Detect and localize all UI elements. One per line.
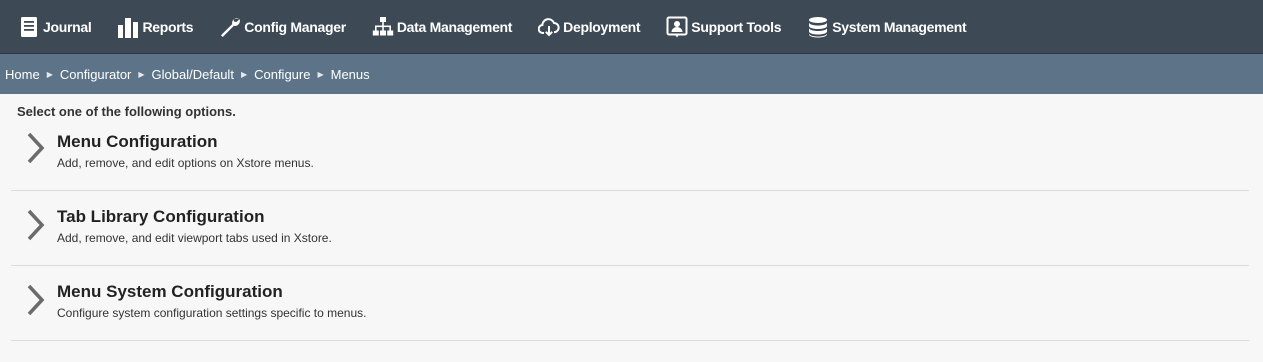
option-menu-system-configuration[interactable]: Menu System Configuration Configure syst… xyxy=(11,266,1249,341)
nav-label: Journal xyxy=(43,18,92,35)
breadcrumb-separator-icon: ▶ xyxy=(138,69,145,79)
breadcrumb-menus: Menus xyxy=(330,66,370,82)
nav-config-manager[interactable]: Config Manager xyxy=(201,0,354,53)
breadcrumb-configurator[interactable]: Configurator xyxy=(60,67,132,82)
org-chart-icon xyxy=(372,16,394,35)
chevron-right-icon xyxy=(27,209,45,241)
option-description: Add, remove, and edit viewport tabs used… xyxy=(57,231,332,245)
options-list: Menu Configuration Add, remove, and edit… xyxy=(11,121,1249,341)
database-icon xyxy=(809,16,828,37)
breadcrumb-home[interactable]: Home xyxy=(5,67,40,82)
nav-data-management[interactable]: Data Management xyxy=(354,0,520,53)
main-content: Select one of the following options. Men… xyxy=(0,94,1263,341)
nav-reports[interactable]: Reports xyxy=(99,0,201,53)
option-title: Tab Library Configuration xyxy=(57,207,265,226)
option-description: Add, remove, and edit options on Xstore … xyxy=(57,156,314,170)
nav-label: Data Management xyxy=(396,18,513,35)
nav-deployment[interactable]: Deployment xyxy=(520,0,648,53)
nav-label: Deployment xyxy=(563,18,641,35)
breadcrumb-global-default[interactable]: Global/Default xyxy=(152,67,234,82)
nav-support-tools[interactable]: Support Tools xyxy=(648,0,789,53)
option-title: Menu Configuration xyxy=(57,132,218,151)
breadcrumb: Home ▶ Configurator ▶ Global/Default ▶ C… xyxy=(0,54,1263,94)
top-navigation-bar: Journal Reports Config Manager Data Mana… xyxy=(0,0,1263,54)
nav-system-management[interactable]: System Management xyxy=(789,0,974,53)
breadcrumb-configure[interactable]: Configure xyxy=(254,67,310,82)
instruction-text: Select one of the following options. xyxy=(17,104,236,119)
chevron-right-icon xyxy=(27,284,45,316)
option-menu-configuration[interactable]: Menu Configuration Add, remove, and edit… xyxy=(11,121,1249,191)
nav-journal[interactable]: Journal xyxy=(0,0,99,53)
journal-icon xyxy=(21,16,37,37)
option-description: Configure system configuration settings … xyxy=(57,306,367,320)
option-tab-library-configuration[interactable]: Tab Library Configuration Add, remove, a… xyxy=(11,191,1249,266)
nav-label: Reports xyxy=(142,18,194,35)
breadcrumb-separator-icon: ▶ xyxy=(240,69,248,79)
support-person-icon xyxy=(666,16,688,37)
nav-label: Config Manager xyxy=(244,18,346,35)
nav-label: System Management xyxy=(832,18,967,35)
chevron-right-icon xyxy=(27,132,45,164)
bar-chart-icon xyxy=(118,17,139,38)
nav-label: Support Tools xyxy=(691,18,782,35)
breadcrumb-separator-icon: ▶ xyxy=(317,69,324,79)
cloud-download-icon xyxy=(538,17,560,36)
breadcrumb-separator-icon: ▶ xyxy=(46,69,53,79)
option-title: Menu System Configuration xyxy=(57,282,283,301)
wrench-icon xyxy=(221,17,241,37)
